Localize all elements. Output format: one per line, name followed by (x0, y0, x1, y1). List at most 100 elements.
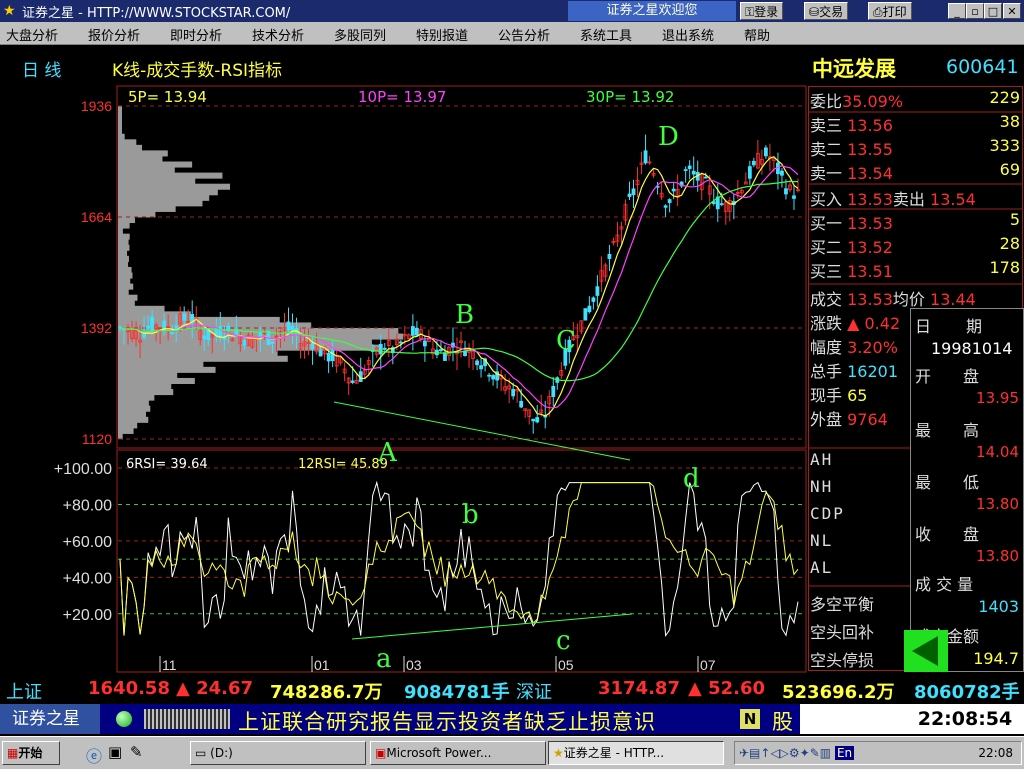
tray-icons[interactable]: ✈▤↑◁▷⚙✦✎▥ (739, 746, 831, 760)
popup-open: 13.95 (976, 389, 1019, 407)
back-arrow-button[interactable] (904, 630, 948, 672)
candle-body (182, 313, 187, 321)
period-label: 日 线 (22, 61, 62, 81)
menu-realtime[interactable]: 即时分析 (170, 25, 222, 44)
menu-tools[interactable]: 系统工具 (580, 25, 632, 44)
volume-profile-bar (118, 383, 172, 390)
volume-profile-bar (118, 244, 130, 251)
change-label: 涨跌 (810, 314, 843, 333)
candle-body (535, 417, 540, 423)
start-button[interactable]: ▦开始 (2, 741, 60, 765)
nl-label: NL (810, 531, 834, 550)
rsi-tick-label: +100.00 (54, 461, 112, 478)
minimize-button[interactable]: _ (948, 3, 966, 19)
print-button[interactable]: ⎙打印 (868, 2, 912, 20)
task-ppt-label: Microsoft Power... (386, 746, 492, 760)
volume-profile-bar (118, 122, 122, 129)
candle-body (170, 331, 175, 334)
candle-body (382, 347, 387, 350)
ktzs-label: 空头停损 (810, 651, 875, 670)
buy2-price: 13.52 (847, 238, 893, 257)
menu-announce[interactable]: 公告分析 (498, 25, 550, 44)
volume-profile-bar (118, 239, 129, 246)
candle-body (310, 343, 315, 350)
restore-button[interactable]: ▫ (966, 3, 984, 19)
volume-profile-bar (118, 350, 278, 357)
close-button[interactable]: ✕ (1003, 3, 1021, 19)
window-titlebar: ★ 证券之星 - HTTP://WWW.STOCKSTAR.COM/ 证券之星欢… (0, 0, 1024, 22)
sh-change: ▲ 24.67 (176, 678, 254, 699)
sell1-price: 13.54 (847, 164, 893, 183)
candle-body (583, 308, 588, 321)
candle-body (226, 325, 231, 331)
task-powerpoint[interactable]: ▣Microsoft Power... (370, 741, 546, 765)
news-message[interactable]: 上证联合研究报告显示投资者缺乏止损意识 (238, 706, 656, 736)
window-title: 证券之星 - HTTP://WWW.STOCKSTAR.COM/ (22, 6, 291, 21)
volume-profile-bar (118, 106, 122, 113)
annotation-a: a (376, 644, 392, 674)
volume-profile-bar (118, 366, 216, 373)
x-tick-label: 05 (558, 657, 574, 673)
now-label: 现手 (810, 386, 843, 405)
volume-profile-bar (118, 161, 193, 168)
indicator-title: K线-成交手数-RSI指标 (112, 61, 283, 81)
volume-profile-bar (118, 272, 133, 279)
annotation-B: B (455, 300, 475, 330)
task-drive-label: (D:) (210, 746, 233, 760)
menu-special[interactable]: 特别报道 (416, 25, 468, 44)
task-drive-d[interactable]: ▭ (D:) (190, 741, 366, 765)
candle-body (270, 341, 275, 345)
star-app-icon: ★ (553, 746, 564, 760)
volume-profile-bar (118, 150, 168, 157)
range-value: 3.20% (847, 338, 898, 357)
volume-profile-bar (118, 389, 174, 396)
channel-icon[interactable]: ✎ (130, 743, 143, 761)
buyin-label: 买入 (810, 190, 843, 209)
menu-exit[interactable]: 退出系统 (662, 25, 714, 44)
volume-profile-bar (118, 266, 132, 273)
buy2-vol: 28 (999, 234, 1020, 253)
volume-profile-bar (118, 405, 151, 412)
total-value: 16201 (847, 362, 899, 381)
desktop-icon[interactable]: ▣ (108, 743, 122, 761)
login-button[interactable]: ⚿登录 (740, 2, 784, 20)
brand-label: 证券之星 (0, 704, 100, 734)
trade-button[interactable]: ⛁交易 (804, 2, 849, 20)
menu-market[interactable]: 大盘分析 (6, 25, 58, 44)
candle-body (631, 188, 636, 196)
volume-profile-bar (118, 172, 223, 179)
volume-profile-bar (118, 144, 142, 151)
powerpoint-icon: ▣ (375, 746, 387, 760)
welcome-banner: 证券之星欢迎您 (568, 1, 736, 21)
annotation-C: C (556, 326, 576, 356)
task-stockstar[interactable]: ★证券之星 - HTTP... (548, 741, 724, 765)
deal-price: 13.53 (847, 290, 893, 309)
connection-indicator-icon (116, 711, 132, 727)
candle-body (643, 150, 648, 164)
cdp-label: CDP (810, 504, 845, 523)
popup-high: 14.04 (976, 443, 1019, 461)
annotation-d: d (683, 464, 700, 494)
menu-technical[interactable]: 技术分析 (252, 25, 304, 44)
stock-tag: 股 (772, 710, 793, 734)
change-value: ▲ 0.42 (847, 314, 901, 333)
menu-quote[interactable]: 报价分析 (88, 25, 140, 44)
ie-icon[interactable]: ⓔ (86, 743, 102, 767)
sh-index: 1640.58 (88, 678, 170, 699)
menu-multi[interactable]: 多股同列 (334, 25, 386, 44)
ma-line-5P (119, 156, 799, 417)
volume-profile-bar (118, 305, 165, 312)
volume-profile-bar (118, 294, 138, 301)
popup-low-label: 最 低 (915, 473, 980, 492)
volume-profile-bar (118, 205, 176, 212)
sz-label: 深证 (516, 682, 552, 703)
rsi-tick-label: +20.00 (63, 607, 112, 624)
ime-en-icon[interactable]: En (834, 746, 855, 760)
app-star-icon: ★ (3, 3, 16, 19)
status-blank-field (800, 704, 906, 734)
left-arrow-icon (912, 636, 938, 666)
candle-body (703, 176, 708, 179)
stock-name: 中远发展 (812, 57, 896, 81)
maximize-button[interactable]: □ (984, 3, 1002, 19)
menu-help[interactable]: 帮助 (744, 25, 770, 44)
